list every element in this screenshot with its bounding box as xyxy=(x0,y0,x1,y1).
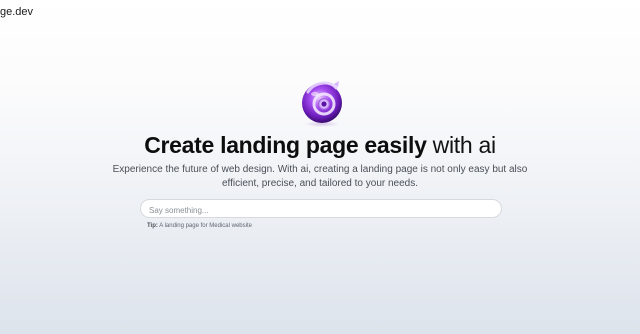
subtitle-line-2: efficient, precise, and tailored to your… xyxy=(221,178,419,189)
subtitle-line-1: Experience the future of web design. Wit… xyxy=(112,164,528,175)
prompt-box[interactable] xyxy=(140,199,502,219)
tip-label: Tip: xyxy=(147,223,158,229)
page-title-bold: Create landing page easily xyxy=(144,132,427,158)
swirl-orb-logo-icon xyxy=(296,76,348,128)
prompt-input[interactable] xyxy=(141,202,489,219)
page-title: Create landing page easily with ai xyxy=(0,131,640,159)
tip-text: Tip: A landing page for Medical website xyxy=(147,223,252,229)
tip-example[interactable]: A landing page for Medical website xyxy=(158,223,252,229)
page-subtitle: Experience the future of web design. Wit… xyxy=(0,163,640,191)
page-title-light: with ai xyxy=(426,132,496,158)
brand-link[interactable]: ge.dev xyxy=(0,6,33,18)
